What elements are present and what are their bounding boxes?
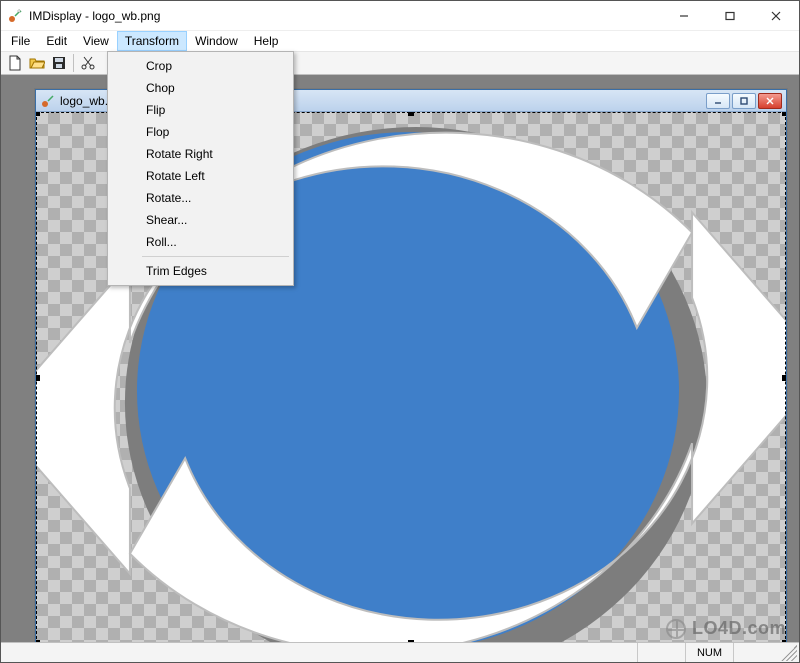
menu-item-flip[interactable]: Flip [110,99,291,121]
doc-close-button[interactable] [758,93,782,109]
open-file-button[interactable] [27,53,47,73]
close-button[interactable] [753,1,799,30]
status-cell-empty-2 [733,643,781,662]
menu-file[interactable]: File [3,31,38,51]
toolbar-separator [73,54,74,72]
menu-view[interactable]: View [75,31,117,51]
handle-top-right[interactable] [782,112,786,116]
watermark: LO4D.com [666,618,786,639]
menu-bar: File Edit View Transform Window Help [1,31,799,51]
resize-grip[interactable] [781,645,797,661]
menu-edit[interactable]: Edit [38,31,75,51]
handle-bottom-right[interactable] [782,640,786,642]
save-button[interactable] [49,53,69,73]
window-controls [661,1,799,30]
status-bar: NUM [1,642,799,662]
handle-top-left[interactable] [36,112,40,116]
menu-item-rotate-right[interactable]: Rotate Right [110,143,291,165]
status-cell-empty-1 [637,643,685,662]
menu-item-rotate[interactable]: Rotate... [110,187,291,209]
title-bar: IMDisplay - logo_wb.png [1,1,799,31]
document-icon [40,93,56,109]
window-title: IMDisplay - logo_wb.png [29,9,160,23]
doc-minimize-button[interactable] [706,93,730,109]
menu-item-trim-edges[interactable]: Trim Edges [110,260,291,282]
menu-item-crop[interactable]: Crop [110,55,291,77]
menu-item-flop[interactable]: Flop [110,121,291,143]
minimize-button[interactable] [661,1,707,30]
menu-window[interactable]: Window [187,31,246,51]
maximize-button[interactable] [707,1,753,30]
watermark-text: LO4D.com [692,618,786,639]
handle-bottom-mid[interactable] [408,640,414,642]
menu-item-shear[interactable]: Shear... [110,209,291,231]
menu-help[interactable]: Help [246,31,287,51]
new-file-button[interactable] [5,53,25,73]
menu-separator [142,256,289,257]
doc-maximize-button[interactable] [732,93,756,109]
menu-item-chop[interactable]: Chop [110,77,291,99]
app-icon [7,8,23,24]
handle-top-mid[interactable] [408,112,414,116]
handle-mid-left[interactable] [36,375,40,381]
handle-bottom-left[interactable] [36,640,40,642]
transform-dropdown: Crop Chop Flip Flop Rotate Right Rotate … [107,51,294,286]
globe-icon [666,619,686,639]
status-numlock: NUM [685,643,733,662]
handle-mid-right[interactable] [782,375,786,381]
menu-item-rotate-left[interactable]: Rotate Left [110,165,291,187]
cut-button[interactable] [78,53,98,73]
menu-item-roll[interactable]: Roll... [110,231,291,253]
menu-transform[interactable]: Transform [117,31,187,51]
